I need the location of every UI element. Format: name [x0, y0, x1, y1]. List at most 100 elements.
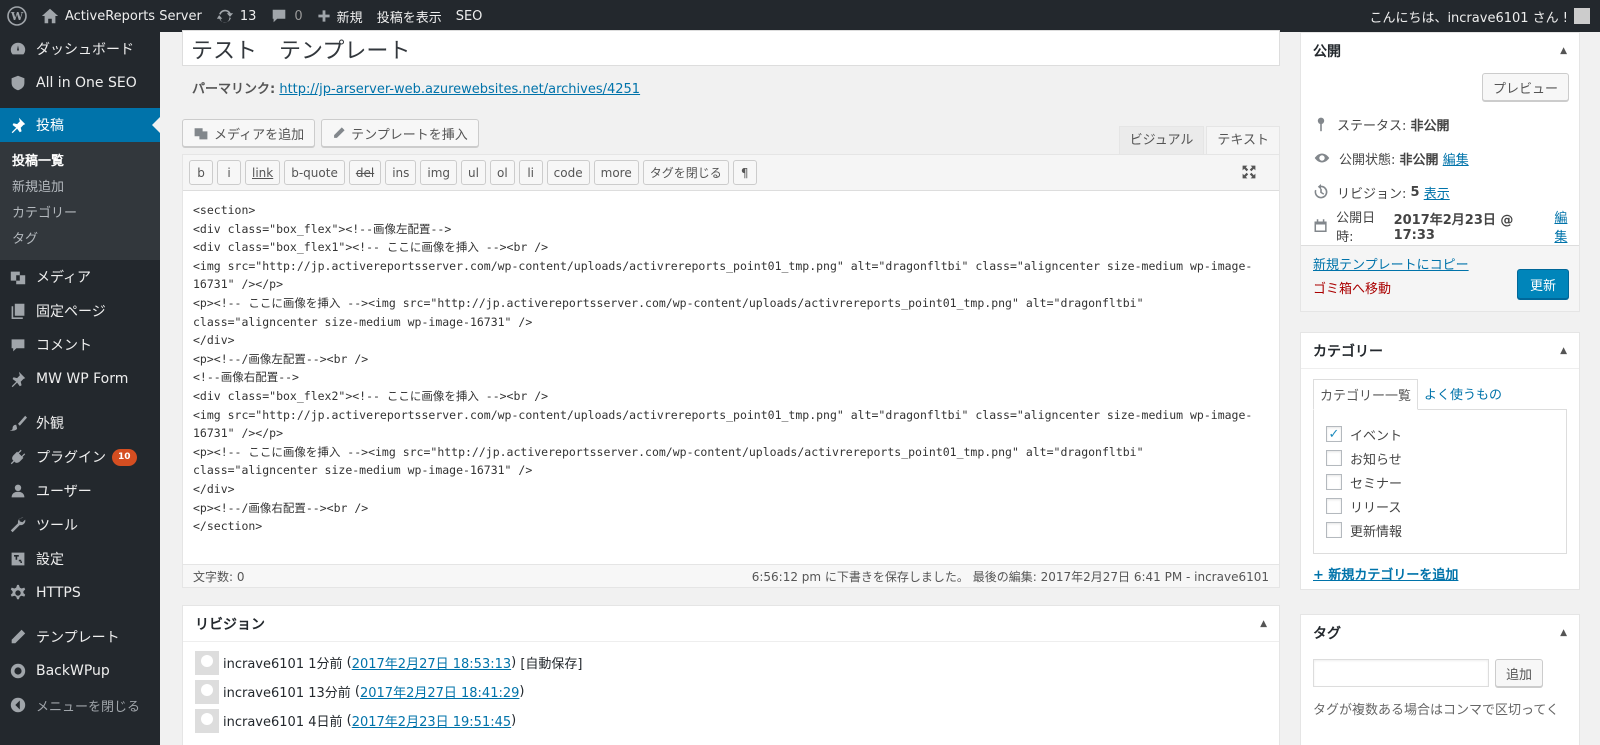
revision-link[interactable]: 2017年2月27日 18:41:29	[360, 682, 519, 701]
edit-visibility-link[interactable]: 編集	[1443, 149, 1469, 168]
tags-title: タグ	[1313, 626, 1341, 642]
show-revisions-link[interactable]: 表示	[1424, 183, 1450, 202]
media-buttons: メディアを追加 テンプレートを挿入	[182, 119, 479, 147]
qt-close-tags-button[interactable]: タグを閉じる	[642, 160, 729, 185]
revision-link[interactable]: 2017年2月23日 19:51:45	[352, 711, 511, 730]
new-content-link[interactable]: 新規	[310, 0, 370, 32]
tab-popular-categories[interactable]: よく使うもの	[1418, 379, 1508, 410]
add-media-button[interactable]: メディアを追加	[182, 119, 316, 147]
menu-plugins[interactable]: プラグイン 10	[0, 440, 160, 474]
backwpup-icon	[8, 661, 28, 681]
qt-blockquote-button[interactable]: b-quote	[284, 160, 345, 185]
copy-to-template-link[interactable]: 新規テンプレートにコピー	[1313, 254, 1469, 273]
add-category-link[interactable]: + 新規カテゴリーを追加	[1313, 564, 1567, 583]
date-label: 公開日時:	[1336, 211, 1376, 245]
account-menu[interactable]: こんにちは、incrave6101 さん !	[1362, 0, 1600, 32]
post-title-input[interactable]: テスト テンプレート	[182, 30, 1280, 66]
submenu-all-posts[interactable]: 投稿一覧	[0, 149, 160, 175]
menu-media[interactable]: メディア	[0, 260, 160, 294]
checkbox[interactable]	[1326, 450, 1342, 466]
insert-template-button[interactable]: テンプレートを挿入	[321, 119, 479, 147]
menu-users[interactable]: ユーザー	[0, 474, 160, 508]
toggle-arrow-icon[interactable]: ▲	[1560, 628, 1567, 638]
qt-code-button[interactable]: code	[546, 160, 590, 185]
submenu-tags[interactable]: タグ	[0, 227, 160, 253]
preview-button[interactable]: プレビュー	[1481, 73, 1569, 101]
menu-label: BackWPup	[36, 663, 110, 679]
toggle-arrow-icon[interactable]: ▲	[1560, 346, 1567, 356]
menu-tools[interactable]: ツール	[0, 508, 160, 542]
quicktags-toolbar: b i link b-quote del ins img ul ol li co…	[183, 155, 1279, 191]
seo-link[interactable]: SEO	[449, 0, 490, 32]
wordpress-logo-icon[interactable]: W	[0, 0, 34, 32]
tab-visual[interactable]: ビジュアル	[1118, 126, 1205, 155]
updates-link[interactable]: 13	[209, 0, 264, 32]
home-icon	[41, 8, 59, 24]
view-post-link[interactable]: 投稿を表示	[370, 0, 449, 32]
permalink-url[interactable]: http://jp-arserver-web.azurewebsites.net…	[279, 82, 640, 97]
menu-dashboard[interactable]: ダッシュボード	[0, 32, 160, 66]
menu-pages[interactable]: 固定ページ	[0, 294, 160, 328]
menu-mwwpform[interactable]: MW WP Form	[0, 362, 160, 396]
revisions-header[interactable]: リビジョン ▲	[183, 606, 1279, 642]
qt-del-button[interactable]: del	[348, 160, 382, 185]
checkbox-checked[interactable]: ✓	[1326, 426, 1342, 442]
add-tag-button[interactable]: 追加	[1495, 659, 1544, 687]
edit-date-link[interactable]: 編集	[1554, 207, 1579, 245]
qt-li-button[interactable]: li	[518, 160, 543, 185]
submenu-categories[interactable]: カテゴリー	[0, 201, 160, 227]
tab-all-categories[interactable]: カテゴリー一覧	[1313, 379, 1419, 410]
category-item[interactable]: 更新情報	[1326, 518, 1554, 542]
qt-ol-button[interactable]: ol	[489, 160, 515, 185]
category-item[interactable]: リリース	[1326, 494, 1554, 518]
publish-header[interactable]: 公開 ▲	[1301, 33, 1579, 69]
qt-img-button[interactable]: img	[420, 160, 458, 185]
categories-header[interactable]: カテゴリー ▲	[1301, 333, 1579, 369]
checkbox[interactable]	[1326, 522, 1342, 538]
settings-sliders-icon	[8, 549, 28, 569]
menu-backwpup[interactable]: BackWPup	[0, 654, 160, 688]
revision-row: incrave6101 4日前 (2017年2月23日 19:51:45)	[183, 706, 1279, 735]
menu-aioseo[interactable]: All in One SEO	[0, 66, 160, 100]
menu-label: 固定ページ	[36, 304, 106, 320]
tags-header[interactable]: タグ ▲	[1301, 615, 1579, 651]
menu-https[interactable]: HTTPS	[0, 576, 160, 610]
menu-label: 投稿	[36, 118, 64, 134]
toggle-arrow-icon[interactable]: ▲	[1560, 46, 1567, 56]
menu-template[interactable]: テンプレート	[0, 620, 160, 654]
checkbox[interactable]	[1326, 498, 1342, 514]
qt-ins-button[interactable]: ins	[385, 160, 417, 185]
updates-count: 13	[239, 8, 257, 24]
qt-paragraph-button[interactable]: ¶	[732, 160, 757, 185]
qt-italic-button[interactable]: i	[217, 160, 241, 185]
menu-settings[interactable]: 設定	[0, 542, 160, 576]
trash-link[interactable]: ゴミ箱へ移動	[1313, 278, 1391, 297]
category-item[interactable]: お知らせ	[1326, 446, 1554, 470]
checkbox[interactable]	[1326, 474, 1342, 490]
menu-separator	[0, 610, 160, 620]
submenu-add-new[interactable]: 新規追加	[0, 175, 160, 201]
revision-link[interactable]: 2017年2月27日 18:53:13	[352, 653, 511, 672]
editor-textarea[interactable]: <section> <div class="box_flex"><!--画像左配…	[183, 191, 1279, 546]
qt-ul-button[interactable]: ul	[461, 160, 486, 185]
menu-comments[interactable]: コメント	[0, 328, 160, 362]
menu-collapse[interactable]: メニューを閉じる	[0, 688, 160, 722]
comments-link[interactable]: 0	[263, 0, 309, 32]
qt-bold-button[interactable]: b	[189, 160, 213, 185]
site-name-link[interactable]: ActiveReports Server	[34, 0, 209, 32]
qt-link-button[interactable]: link	[245, 160, 281, 185]
tag-input[interactable]	[1313, 659, 1489, 687]
category-item[interactable]: セミナー	[1326, 470, 1554, 494]
update-button[interactable]: 更新	[1516, 269, 1569, 299]
fullscreen-icon[interactable]	[1241, 164, 1257, 180]
menu-appearance[interactable]: 外観	[0, 406, 160, 440]
comments-count: 0	[294, 8, 303, 24]
main-content: テスト テンプレート パーマリンク: http://jp-arserver-we…	[160, 30, 1300, 745]
tab-text[interactable]: テキスト	[1206, 126, 1280, 155]
admin-bar: W ActiveReports Server 13 0 新規 投稿を表示 SEO…	[0, 0, 1600, 32]
category-item[interactable]: ✓ イベント	[1326, 422, 1554, 446]
menu-label: MW WP Form	[36, 371, 129, 387]
menu-posts[interactable]: 投稿	[0, 108, 160, 142]
toggle-arrow-icon[interactable]: ▲	[1260, 619, 1267, 629]
qt-more-button[interactable]: more	[593, 160, 639, 185]
